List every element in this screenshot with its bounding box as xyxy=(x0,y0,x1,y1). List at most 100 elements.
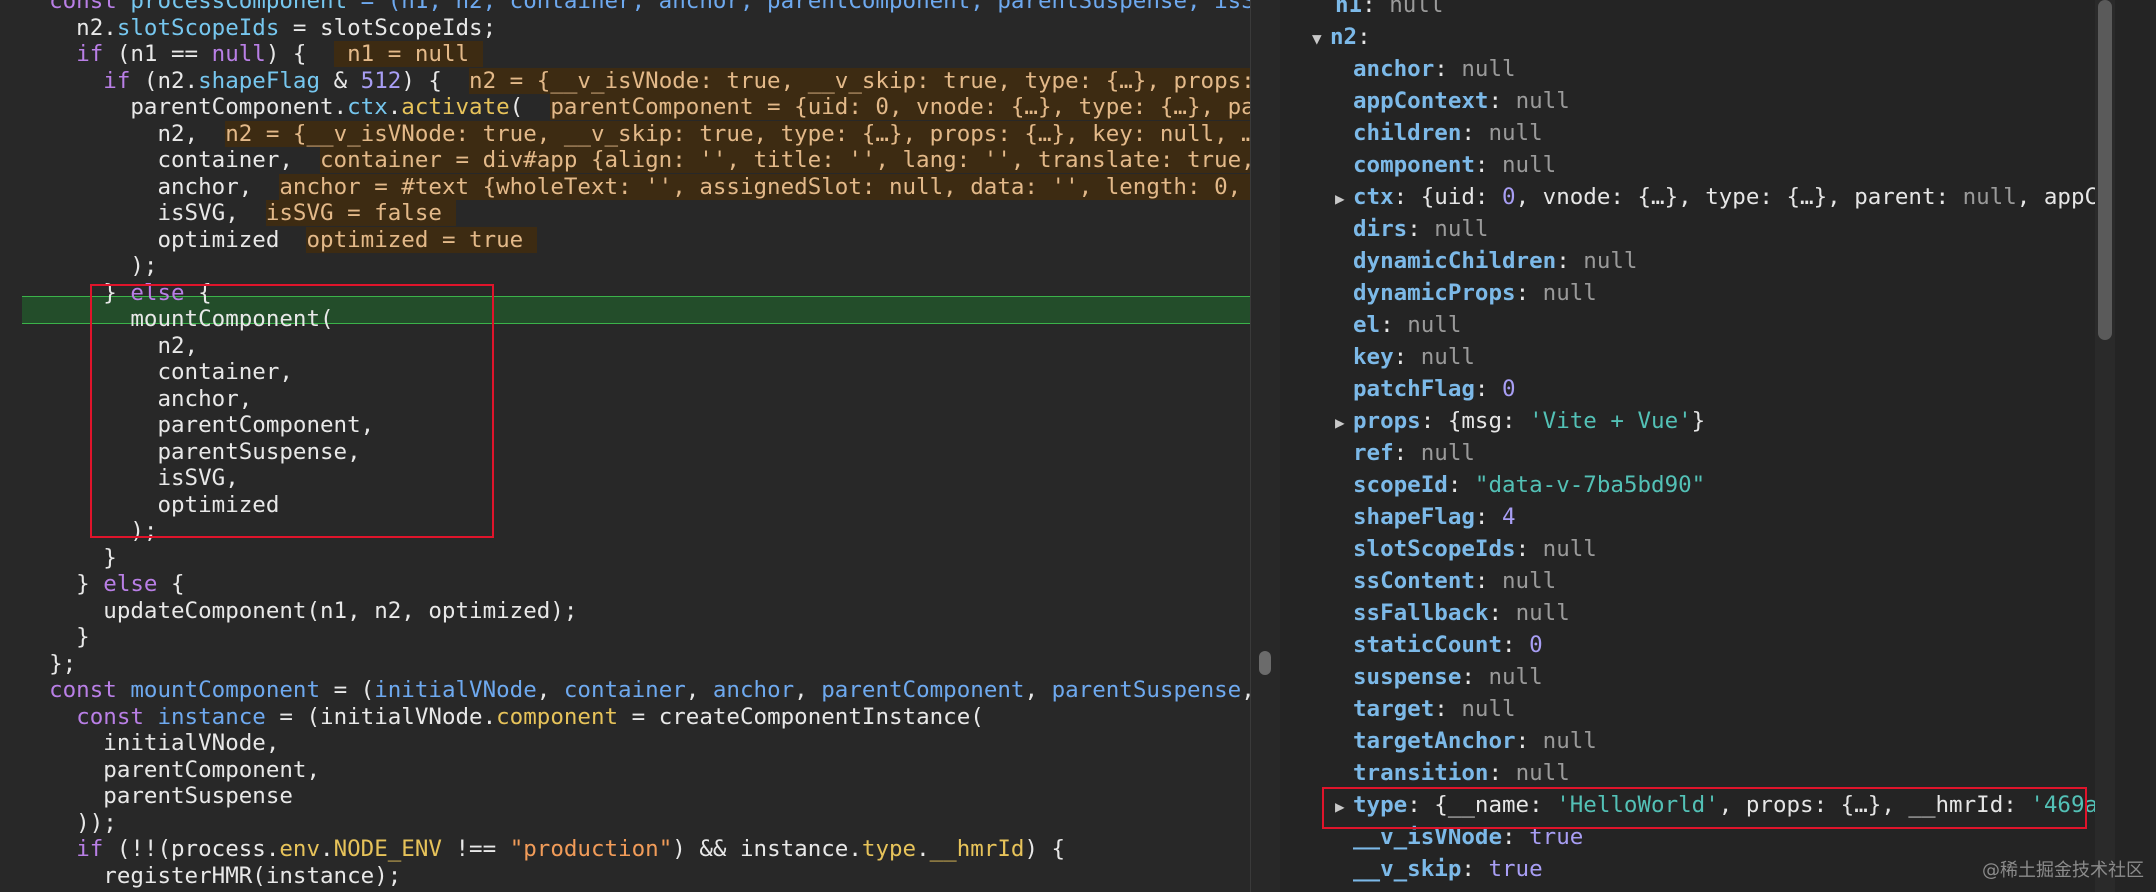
scope-key: ctx xyxy=(1353,184,1394,210)
code-token: parentComponent xyxy=(821,677,1025,703)
code-token: component xyxy=(496,703,619,730)
scope-row-patchFlag[interactable]: patchFlag: 0 xyxy=(1353,374,1516,404)
code-token: (!!(process. xyxy=(103,836,280,862)
scope-separator: : xyxy=(1515,536,1543,562)
code-token: = createComponentInstance( xyxy=(618,703,984,730)
expand-right-icon[interactable]: ▶ xyxy=(1335,408,1353,438)
scope-row-key[interactable]: key: null xyxy=(1353,342,1475,372)
expand-down-icon[interactable]: ▼ xyxy=(1312,24,1330,54)
code-token: shapeFlag xyxy=(198,67,321,94)
code-line: anchor, anchor = #text {wholeText: '', a… xyxy=(22,173,1250,201)
code-line: parentComponent.ctx.activate( parentComp… xyxy=(22,94,1250,121)
scope-row-__v_skip[interactable]: __v_skip: true xyxy=(1353,854,1543,884)
scope-row-ctx[interactable]: ▶ ctx: {uid: 0, vnode: {…}, type: {…}, pa… xyxy=(1335,182,2098,212)
panel-splitter[interactable] xyxy=(1250,0,1281,892)
highlight-box-mountComponent xyxy=(90,284,494,538)
scope-row-shapeFlag[interactable]: shapeFlag: 4 xyxy=(1353,502,1516,532)
scope-row-target[interactable]: target: null xyxy=(1353,694,1516,724)
scope-key: n2 xyxy=(1330,24,1358,50)
scope-value: null xyxy=(1502,152,1557,178)
code-token: ) { xyxy=(265,41,334,67)
code-token: const xyxy=(76,703,144,730)
code-line: )); xyxy=(22,810,1250,837)
code-token: = (initialVNode. xyxy=(265,703,497,730)
code-token: . xyxy=(387,94,402,120)
code-line: parentComponent, xyxy=(22,757,1250,784)
scope-row-staticCount[interactable]: staticCount: 0 xyxy=(1353,630,1543,660)
code-token: ) { xyxy=(1024,836,1066,862)
scope-value: } xyxy=(1691,408,1706,434)
scope-row-dirs[interactable]: dirs: null xyxy=(1353,214,1488,244)
code-token: )); xyxy=(22,809,117,836)
code-token: "production" xyxy=(509,836,673,862)
scope-row-el[interactable]: el: null xyxy=(1353,310,1461,340)
scope-row-anchor[interactable]: anchor: null xyxy=(1353,54,1516,84)
scope-scrollbar-thumb[interactable] xyxy=(2098,0,2112,340)
code-token: = ( xyxy=(320,677,375,703)
inline-value-hint: isSVG = false xyxy=(265,200,456,226)
scope-separator: : xyxy=(1357,24,1385,50)
code-token: (n1 == xyxy=(103,41,212,67)
scope-row-props[interactable]: ▶ props: {msg: 'Vite + Vue'} xyxy=(1335,406,1705,436)
code-line: }; xyxy=(22,651,1250,678)
watermark: @稀土掘金技术社区 xyxy=(1982,860,2144,881)
code-token: registerHMR(instance); xyxy=(22,862,402,889)
code-line: const instance = (initialVNode.component… xyxy=(22,704,1250,731)
splitter-handle[interactable] xyxy=(1259,651,1271,675)
scope-value: null xyxy=(1407,312,1462,338)
scope-row-component[interactable]: component: null xyxy=(1353,150,1556,180)
scope-separator: : xyxy=(1461,120,1489,146)
scope-row-ref[interactable]: ref: null xyxy=(1353,438,1475,468)
code-line: if (n2.shapeFlag & 512) { n2 = {__v_isVN… xyxy=(22,67,1250,95)
scope-key: __v_skip xyxy=(1353,856,1462,882)
code-token: initialVNode xyxy=(374,677,537,703)
expand-right-icon[interactable]: ▶ xyxy=(1335,184,1353,214)
line-gutter[interactable] xyxy=(0,0,22,892)
scope-row-targetAnchor[interactable]: targetAnchor: null xyxy=(1353,726,1597,756)
scope-value: null xyxy=(1488,120,1543,146)
scope-separator: : xyxy=(1474,152,1503,178)
scope-separator: : xyxy=(1447,472,1475,498)
code-line: container, container = div#app {align: '… xyxy=(22,147,1250,174)
scope-row-appContext[interactable]: appContext: null xyxy=(1353,86,1570,116)
scope-variables-panel[interactable]: n1: null ▼ n2: anchor: null appContext: nul… xyxy=(1280,0,2156,892)
code-line: isSVG, isSVG = false xyxy=(22,200,1250,227)
scope-row-dynamicChildren[interactable]: dynamicChildren: null xyxy=(1353,246,1637,276)
scope-row-n1[interactable]: n1: null xyxy=(1335,0,1443,20)
scope-row-dynamicProps[interactable]: dynamicProps: null xyxy=(1353,278,1597,308)
scope-separator: : xyxy=(1393,344,1421,370)
scope-key: target xyxy=(1353,696,1435,722)
code-token: ); xyxy=(22,253,158,279)
scope-row-n2[interactable]: ▼ n2: xyxy=(1312,22,1384,52)
code-token: type xyxy=(861,836,917,862)
scope-row-slotScopeIds[interactable]: slotScopeIds: null xyxy=(1353,534,1597,564)
scope-separator: : xyxy=(1515,280,1543,306)
scope-key: anchor xyxy=(1353,56,1435,82)
code-line: if (n1 == null) { n1 = null xyxy=(22,41,1250,68)
scope-row-ssContent[interactable]: ssContent: null xyxy=(1353,566,1556,596)
code-token: updateComponent(n1, n2, optimized); xyxy=(22,597,578,624)
code-token: ) { xyxy=(401,67,470,94)
code-line: const mountComponent = (initialVNode, co… xyxy=(22,677,1250,704)
scope-value: {uid: xyxy=(1420,184,1503,210)
scope-value: 0 xyxy=(1502,184,1516,210)
scope-row-ssFallback[interactable]: ssFallback: null xyxy=(1353,598,1570,628)
scope-row-transition[interactable]: transition: null xyxy=(1353,758,1570,788)
code-line: ); xyxy=(22,253,1250,280)
source-code-panel[interactable]: const processComponent = (n1, n2, contai… xyxy=(0,0,1250,892)
scope-row-scopeId[interactable]: scopeId: "data-v-7ba5bd90" xyxy=(1353,470,1705,500)
scope-value: null xyxy=(1420,440,1475,466)
scope-value: null xyxy=(1515,600,1570,626)
code-token: } xyxy=(22,544,117,571)
code-token: null xyxy=(211,41,266,67)
scope-row-suspense[interactable]: suspense: null xyxy=(1353,662,1543,692)
code-token: parentComponent, xyxy=(22,756,321,783)
code-line: if (!!(process.env.NODE_ENV !== "product… xyxy=(22,836,1250,863)
scope-separator: : xyxy=(1502,632,1530,658)
code-token: if xyxy=(103,67,131,94)
inline-value-hint: n2 = {__v_isVNode: true, __v_skip: true,… xyxy=(469,67,1250,94)
scope-row-children[interactable]: children: null xyxy=(1353,118,1543,148)
code-line: updateComponent(n1, n2, optimized); xyxy=(22,598,1250,625)
